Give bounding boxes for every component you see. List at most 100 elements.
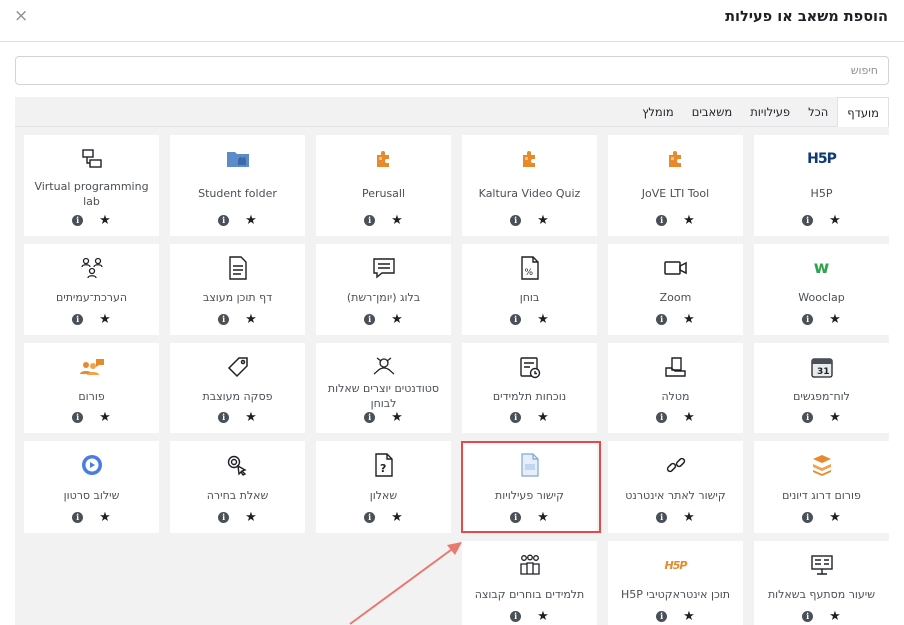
card-actions: i ★ <box>170 214 305 227</box>
star-icon[interactable]: ★ <box>537 610 549 623</box>
star-icon[interactable]: ★ <box>683 511 695 524</box>
card-actions: i ★ <box>170 511 305 524</box>
activity-card[interactable]: H5P H5P i ★ <box>754 135 889 236</box>
activity-name: JoVE LTI Tool <box>641 187 710 200</box>
activity-card[interactable]: פורום i ★ <box>24 343 159 433</box>
star-icon[interactable]: ★ <box>245 411 257 424</box>
tab-4[interactable]: מומלץ <box>633 97 683 127</box>
tab-3[interactable]: משאבים <box>683 97 742 127</box>
activity-card[interactable]: w Wooclap i ★ <box>754 244 889 335</box>
info-icon[interactable]: i <box>72 314 84 325</box>
info-icon[interactable]: i <box>72 215 84 226</box>
activity-card[interactable]: סטודנטים יוצרים שאלות לבוחן i ★ <box>316 343 451 433</box>
activity-card[interactable]: ? שאלון i ★ <box>316 441 451 533</box>
activity-name: בלוג (יומן־רשת) <box>346 291 421 304</box>
activity-card[interactable]: הערכת־עמיתים i ★ <box>24 244 159 335</box>
star-icon[interactable]: ★ <box>391 411 403 424</box>
tab-0[interactable]: מועדף <box>837 97 889 128</box>
info-icon[interactable]: i <box>802 314 814 325</box>
activity-card[interactable]: פסקה מעוצבת i ★ <box>170 343 305 433</box>
star-icon[interactable]: ★ <box>537 411 549 424</box>
info-icon[interactable]: i <box>510 314 522 325</box>
activity-card[interactable]: 31 לוח־מפגשים i ★ <box>754 343 889 433</box>
activity-card[interactable]: H5P תוכן אינטראקטיבי H5P i ★ <box>608 541 743 625</box>
activity-name: סטודנטים יוצרים שאלות לבוחן <box>327 382 440 410</box>
star-icon[interactable]: ★ <box>683 214 695 227</box>
star-icon[interactable]: ★ <box>391 214 403 227</box>
tab-1[interactable]: הכל <box>799 97 837 127</box>
activity-card[interactable]: קישור לאתר אינטרנט i ★ <box>608 441 743 533</box>
activity-name: פורום דרוג דיונים <box>782 488 861 502</box>
info-icon[interactable]: i <box>218 412 230 423</box>
star-icon[interactable]: ★ <box>99 313 111 326</box>
star-icon[interactable]: ★ <box>537 214 549 227</box>
info-icon[interactable]: i <box>510 412 522 423</box>
activity-card[interactable]: שילוב סרטון i ★ <box>24 441 159 533</box>
star-icon[interactable]: ★ <box>537 511 549 524</box>
activity-name: בוחן <box>519 291 540 304</box>
activity-card[interactable]: Zoom i ★ <box>608 244 743 335</box>
info-icon[interactable]: i <box>656 314 668 325</box>
info-icon[interactable]: i <box>72 412 84 423</box>
activity-card[interactable]: נוכחות תלמידים i ★ <box>462 343 597 433</box>
info-icon[interactable]: i <box>364 314 376 325</box>
activity-card[interactable]: שיעור מסתעף בשאלות i ★ <box>754 541 889 625</box>
activity-name: שילוב סרטון <box>63 488 120 502</box>
star-icon[interactable]: ★ <box>683 610 695 623</box>
info-icon[interactable]: i <box>364 215 376 226</box>
info-icon[interactable]: i <box>802 611 814 622</box>
info-icon[interactable]: i <box>656 512 668 523</box>
star-icon[interactable]: ★ <box>391 511 403 524</box>
activity-card[interactable]: פורום דרוג דיונים i ★ <box>754 441 889 533</box>
star-icon[interactable]: ★ <box>245 313 257 326</box>
activity-card[interactable]: תלמידים בוחרים קבוצה i ★ <box>462 541 597 625</box>
star-icon[interactable]: ★ <box>829 511 841 524</box>
info-icon[interactable]: i <box>510 215 522 226</box>
info-icon[interactable]: i <box>364 412 376 423</box>
star-icon[interactable]: ★ <box>537 313 549 326</box>
activity-card[interactable]: שאלת בחירה i ★ <box>170 441 305 533</box>
info-icon[interactable]: i <box>218 215 230 226</box>
star-icon[interactable]: ★ <box>683 313 695 326</box>
star-icon[interactable]: ★ <box>99 511 111 524</box>
star-icon[interactable]: ★ <box>245 214 257 227</box>
star-icon[interactable]: ★ <box>829 313 841 326</box>
assignment-icon <box>608 355 743 379</box>
close-button[interactable]: × <box>14 8 28 25</box>
activity-name: שיעור מסתעף בשאלות <box>767 588 876 601</box>
star-icon[interactable]: ★ <box>829 214 841 227</box>
activity-card[interactable]: Virtual programming lab i ★ <box>24 135 159 236</box>
star-icon[interactable]: ★ <box>829 411 841 424</box>
activity-card[interactable]: קישור פעילויות i ★ <box>462 441 597 533</box>
star-icon[interactable]: ★ <box>683 411 695 424</box>
info-icon[interactable]: i <box>72 512 84 523</box>
info-icon[interactable]: i <box>510 512 522 523</box>
info-icon[interactable]: i <box>364 512 376 523</box>
info-icon[interactable]: i <box>218 512 230 523</box>
star-icon[interactable]: ★ <box>829 610 841 623</box>
info-icon[interactable]: i <box>802 512 814 523</box>
activity-card[interactable]: JoVE LTI Tool i ★ <box>608 135 743 236</box>
star-icon[interactable]: ★ <box>391 313 403 326</box>
activity-card[interactable]: Student folder i ★ <box>170 135 305 236</box>
activity-card[interactable]: בלוג (יומן־רשת) i ★ <box>316 244 451 335</box>
activity-card[interactable]: Perusall i ★ <box>316 135 451 236</box>
search-input[interactable] <box>15 56 889 85</box>
info-icon[interactable]: i <box>656 215 668 226</box>
activity-card[interactable]: דף תוכן מעוצב i ★ <box>170 244 305 335</box>
star-icon[interactable]: ★ <box>245 511 257 524</box>
activity-card[interactable]: מטלה i ★ <box>608 343 743 433</box>
modal-header: הוספת משאב או פעילות × <box>0 0 904 42</box>
info-icon[interactable]: i <box>656 611 668 622</box>
info-icon[interactable]: i <box>656 412 668 423</box>
info-icon[interactable]: i <box>802 215 814 226</box>
activity-card[interactable]: Kaltura Video Quiz i ★ <box>462 135 597 236</box>
info-icon[interactable]: i <box>802 412 814 423</box>
info-icon[interactable]: i <box>218 314 230 325</box>
activity-card[interactable]: % בוחן i ★ <box>462 244 597 335</box>
tab-2[interactable]: פעילויות <box>741 97 799 127</box>
activity-chooser-grid: H5P H5P i ★ JoVE LTI Tool i ★ Kaltura Video Qui… <box>15 127 889 625</box>
star-icon[interactable]: ★ <box>99 214 111 227</box>
info-icon[interactable]: i <box>510 611 522 622</box>
star-icon[interactable]: ★ <box>99 411 111 424</box>
